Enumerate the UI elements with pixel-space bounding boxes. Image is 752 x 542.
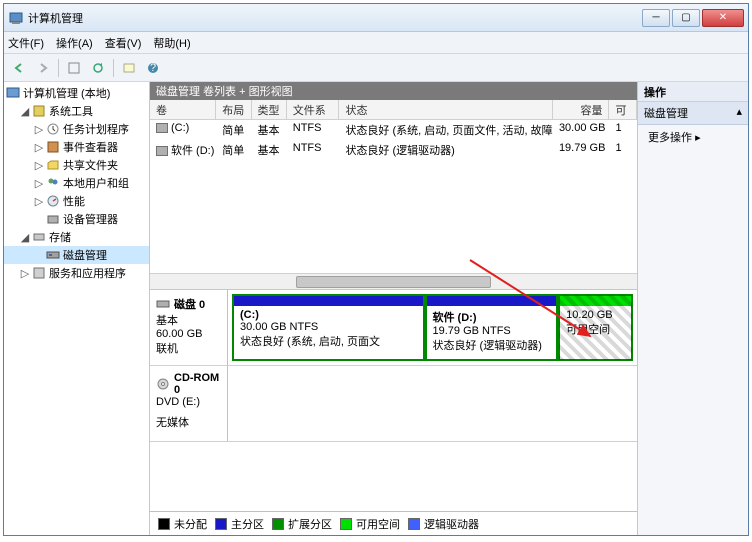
horizontal-scrollbar[interactable] (150, 273, 637, 289)
disk-graphical-view[interactable]: 磁盘 0 基本 60.00 GB 联机 (C:)30.00 GB NTFS状态良… (150, 290, 637, 535)
col-layout[interactable]: 布局 (216, 100, 251, 119)
volume-rows[interactable]: (C:)简单基本NTFS状态良好 (系统, 启动, 页面文件, 活动, 故障转储… (150, 120, 637, 273)
toolbar-separator (113, 59, 114, 77)
legend-item: 扩展分区 (272, 516, 332, 532)
help-button[interactable]: ? (142, 57, 164, 79)
close-button[interactable]: ✕ (702, 9, 744, 27)
col-filesystem[interactable]: 文件系统 (287, 100, 340, 119)
back-button[interactable] (8, 57, 30, 79)
volume-list[interactable]: 卷 布局 类型 文件系统 状态 容量 可 (C:)简单基本NTFS状态良好 (系… (150, 100, 637, 290)
properties-button[interactable] (118, 57, 140, 79)
more-actions[interactable]: 更多操作 ▸ (638, 125, 748, 149)
forward-button[interactable] (32, 57, 54, 79)
tree-services[interactable]: ▷服务和应用程序 (4, 264, 149, 282)
tree-shared-folders[interactable]: ▷共享文件夹 (4, 156, 149, 174)
volume-row[interactable]: 软件 (D:)简单基本NTFS状态良好 (逻辑驱动器)19.79 GB1 (150, 140, 637, 160)
toolbar: ? (4, 54, 748, 82)
tree-device-manager[interactable]: 设备管理器 (4, 210, 149, 228)
disk-0-label[interactable]: 磁盘 0 基本 60.00 GB 联机 (150, 290, 228, 365)
scrollbar-thumb[interactable] (296, 276, 491, 288)
window-title: 计算机管理 (28, 10, 642, 26)
partition[interactable]: 软件 (D:)19.79 GB NTFS状态良好 (逻辑驱动器) (425, 294, 559, 361)
legend: 未分配主分区扩展分区可用空间逻辑驱动器 (150, 511, 637, 535)
app-icon (8, 10, 24, 26)
disk-0-row[interactable]: 磁盘 0 基本 60.00 GB 联机 (C:)30.00 GB NTFS状态良… (150, 290, 637, 366)
volume-row[interactable]: (C:)简单基本NTFS状态良好 (系统, 启动, 页面文件, 活动, 故障转储… (150, 120, 637, 140)
actions-pane: 操作 磁盘管理▴ 更多操作 ▸ (638, 82, 748, 535)
nav-tree[interactable]: 计算机管理 (本地) ◢系统工具 ▷任务计划程序 ▷事件查看器 ▷共享文件夹 ▷… (4, 82, 150, 535)
partition[interactable]: 10.20 GB可用空间 (558, 294, 633, 361)
tree-performance[interactable]: ▷性能 (4, 192, 149, 210)
disk-0-partitions: (C:)30.00 GB NTFS状态良好 (系统, 启动, 页面文软件 (D:… (228, 290, 637, 365)
cdrom-partitions (228, 366, 637, 441)
main-panel: 磁盘管理 卷列表 + 图形视图 卷 布局 类型 文件系统 状态 容量 可 (C:… (150, 82, 638, 535)
legend-item: 可用空间 (340, 516, 400, 532)
menu-file[interactable]: 文件(F) (8, 35, 44, 51)
menu-view[interactable]: 查看(V) (105, 35, 142, 51)
tree-root[interactable]: 计算机管理 (本地) (4, 84, 149, 102)
legend-item: 主分区 (215, 516, 264, 532)
col-status[interactable]: 状态 (339, 100, 552, 119)
panel-subheader: 磁盘管理 卷列表 + 图形视图 (150, 82, 637, 100)
disk-icon (156, 297, 170, 311)
svg-text:?: ? (150, 62, 156, 74)
column-headers[interactable]: 卷 布局 类型 文件系统 状态 容量 可 (150, 100, 637, 120)
tree-event-viewer[interactable]: ▷事件查看器 (4, 138, 149, 156)
tree-systools[interactable]: ◢系统工具 (4, 102, 149, 120)
col-capacity[interactable]: 容量 (553, 100, 610, 119)
menubar: 文件(F) 操作(A) 查看(V) 帮助(H) (4, 32, 748, 54)
maximize-button[interactable]: ▢ (672, 9, 700, 27)
legend-item: 未分配 (158, 516, 207, 532)
col-free[interactable]: 可 (609, 100, 637, 119)
col-volume[interactable]: 卷 (150, 100, 216, 119)
cdrom-row[interactable]: CD-ROM 0 DVD (E:) 无媒体 (150, 366, 637, 442)
tree-task-scheduler[interactable]: ▷任务计划程序 (4, 120, 149, 138)
titlebar[interactable]: 计算机管理 ─ ▢ ✕ (4, 4, 748, 32)
app-window: 计算机管理 ─ ▢ ✕ 文件(F) 操作(A) 查看(V) 帮助(H) ? 计算… (3, 3, 749, 536)
tree-disk-management[interactable]: 磁盘管理 (4, 246, 149, 264)
actions-header: 操作 (638, 82, 748, 102)
tree-local-users[interactable]: ▷本地用户和组 (4, 174, 149, 192)
actions-section[interactable]: 磁盘管理▴ (638, 102, 748, 125)
partition[interactable]: (C:)30.00 GB NTFS状态良好 (系统, 启动, 页面文 (232, 294, 425, 361)
chevron-right-icon: ▸ (695, 132, 701, 144)
cdrom-label[interactable]: CD-ROM 0 DVD (E:) 无媒体 (150, 366, 228, 441)
toolbar-separator (58, 59, 59, 77)
content-area: 计算机管理 (本地) ◢系统工具 ▷任务计划程序 ▷事件查看器 ▷共享文件夹 ▷… (4, 82, 748, 535)
legend-item: 逻辑驱动器 (408, 516, 479, 532)
col-type[interactable]: 类型 (252, 100, 287, 119)
refresh-button[interactable] (87, 57, 109, 79)
minimize-button[interactable]: ─ (642, 9, 670, 27)
menu-help[interactable]: 帮助(H) (153, 35, 190, 51)
expand-icon: ▴ (736, 105, 742, 121)
menu-action[interactable]: 操作(A) (56, 35, 93, 51)
cdrom-icon (156, 377, 170, 391)
tree-storage[interactable]: ◢存储 (4, 228, 149, 246)
toolbar-btn-1[interactable] (63, 57, 85, 79)
